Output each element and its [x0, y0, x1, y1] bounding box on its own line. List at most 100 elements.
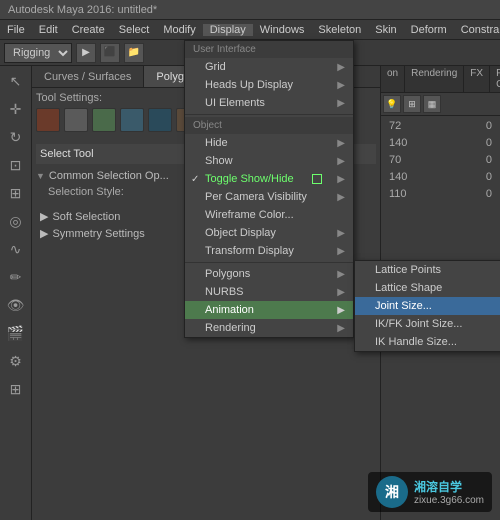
universal-tool-icon[interactable]: ⊞	[3, 180, 29, 206]
menu-per-camera[interactable]: Per Camera Visibility ▶	[185, 188, 353, 206]
watermark-text: 湘溶自学 zixue.3g66.com	[414, 478, 484, 506]
zero-3: 0	[486, 171, 492, 183]
separator-1	[185, 114, 353, 115]
right-btn-2[interactable]: ⊞	[403, 95, 421, 113]
expand-arrow: ▶	[40, 210, 48, 223]
menu-deform[interactable]: Deform	[404, 24, 454, 36]
rotate-tool-icon[interactable]: ↻	[3, 124, 29, 150]
menu-hud-label: Heads Up Display	[205, 79, 293, 91]
show-hide-icon[interactable]: 👁	[3, 292, 29, 318]
move-tool-icon[interactable]: ✛	[3, 96, 29, 122]
menu-skin[interactable]: Skin	[368, 24, 403, 36]
menu-show-label: Show	[205, 155, 233, 167]
menu-anim-label: Animation	[205, 304, 254, 316]
symmetry-settings-label: Symmetry Settings	[52, 228, 144, 240]
menu-modify[interactable]: Modify	[156, 24, 202, 36]
paint-icon[interactable]: ✏	[3, 264, 29, 290]
lasso-icon[interactable]: ∿	[3, 236, 29, 262]
toolbar-btn-2[interactable]: ⬛	[100, 43, 120, 63]
user-interface-header: User Interface	[185, 41, 353, 58]
right-btn-1[interactable]: 💡	[383, 95, 401, 113]
icon-cube[interactable]	[64, 108, 88, 132]
menu-rendering[interactable]: Rendering ▶	[185, 319, 353, 337]
tab-fx[interactable]: FX	[464, 66, 490, 92]
poly-arrow: ▶	[337, 269, 345, 280]
ik-handle-label: IK Handle Size...	[375, 336, 457, 348]
menu-toggle[interactable]: ✓ Toggle Show/Hide ▶	[185, 170, 353, 188]
icon-cone[interactable]	[120, 108, 144, 132]
menu-grid[interactable]: Grid ▶	[185, 58, 353, 76]
menu-constrain[interactable]: Constrain	[454, 24, 500, 36]
tab-on[interactable]: on	[381, 66, 405, 92]
icon-sphere-clay[interactable]	[36, 108, 60, 132]
expand-arrow2: ▶	[40, 227, 48, 240]
menu-edit[interactable]: Edit	[32, 24, 65, 36]
nurbs-arrow: ▶	[337, 287, 345, 298]
lattice-points-label: Lattice Points	[375, 264, 441, 276]
anim-lattice-shape[interactable]: Lattice Shape	[355, 279, 500, 297]
zero-0: 0	[486, 120, 492, 132]
toggle-checkmark: ✓	[191, 174, 199, 185]
menu-hud[interactable]: Heads Up Display ▶	[185, 76, 353, 94]
rigging-dropdown[interactable]: Rigging	[4, 43, 72, 63]
menu-transform[interactable]: Transform Display ▶	[185, 242, 353, 260]
menu-skeleton[interactable]: Skeleton	[311, 24, 368, 36]
soft-mod-icon[interactable]: ◎	[3, 208, 29, 234]
menu-object-display[interactable]: Object Display ▶	[185, 224, 353, 242]
icon-torus[interactable]	[148, 108, 172, 132]
anim-lattice-points[interactable]: Lattice Points	[355, 261, 500, 279]
scale-tool-icon[interactable]: ⊡	[3, 152, 29, 178]
menu-grid-label: Grid	[205, 61, 226, 73]
trans-arrow: ▶	[337, 246, 345, 257]
viewport-zeros: 0 0 0 0 0	[486, 120, 492, 200]
menu-file[interactable]: File	[0, 24, 32, 36]
menu-ui-elements[interactable]: UI Elements ▶	[185, 94, 353, 112]
menu-show[interactable]: Show ▶	[185, 152, 353, 170]
anim-joint-size[interactable]: Joint Size...	[355, 297, 500, 315]
menu-select[interactable]: Select	[112, 24, 157, 36]
anim-ik-handle-size[interactable]: IK Handle Size...	[355, 333, 500, 351]
hud-arrow: ▶	[337, 80, 345, 91]
hide-arrow: ▶	[337, 138, 345, 149]
icon-cylinder[interactable]	[92, 108, 116, 132]
zero-2: 0	[486, 154, 492, 166]
tab-fxca[interactable]: FX Ca...	[490, 66, 500, 92]
object-header: Object	[185, 117, 353, 134]
menubar: Autodesk Maya 2016: untitled*	[0, 0, 500, 20]
menu-hide-label: Hide	[205, 137, 228, 149]
menu-rend-label: Rendering	[205, 322, 256, 334]
menu-display[interactable]: Display	[203, 24, 253, 36]
toolbar-btn-3[interactable]: 📁	[124, 43, 144, 63]
menu-nurbs[interactable]: NURBS ▶	[185, 283, 353, 301]
toggle-arrow: ▶	[337, 174, 345, 185]
num-140b: 140	[389, 171, 407, 183]
grid-icon[interactable]: ⊞	[3, 376, 29, 402]
display-menu[interactable]: User Interface Grid ▶ Heads Up Display ▶…	[184, 40, 354, 338]
menu-create[interactable]: Create	[65, 24, 112, 36]
common-selection-label: Common Selection Op...	[49, 170, 169, 182]
toolbar-btn-1[interactable]: ▶	[76, 43, 96, 63]
menu-hide[interactable]: Hide ▶	[185, 134, 353, 152]
menu-polygons[interactable]: Polygons ▶	[185, 265, 353, 283]
settings-icon[interactable]: ⚙	[3, 348, 29, 374]
green-box	[312, 174, 322, 184]
tab-curves-surfaces[interactable]: Curves / Surfaces	[32, 66, 144, 87]
percam-arrow: ▶	[337, 192, 345, 203]
anim-ikfk-joint-size[interactable]: IK/FK Joint Size...	[355, 315, 500, 333]
menu-poly-label: Polygons	[205, 268, 250, 280]
zero-1: 0	[486, 137, 492, 149]
animation-submenu[interactable]: Lattice Points Lattice Shape Joint Size.…	[354, 260, 500, 352]
select-tool-icon[interactable]: ↖	[3, 68, 29, 94]
ikfk-label: IK/FK Joint Size...	[375, 318, 462, 330]
render-icon[interactable]: 🎬	[3, 320, 29, 346]
num-70: 70	[389, 154, 407, 166]
zero-4: 0	[486, 188, 492, 200]
rend-arrow: ▶	[337, 323, 345, 334]
tab-rendering[interactable]: Rendering	[405, 66, 464, 92]
right-btn-3[interactable]: ▦	[423, 95, 441, 113]
menu-windows[interactable]: Windows	[253, 24, 312, 36]
menu-animation[interactable]: Animation ▶	[185, 301, 353, 319]
menu-trans-label: Transform Display	[205, 245, 294, 257]
show-arrow: ▶	[337, 156, 345, 167]
menu-wireframe[interactable]: Wireframe Color...	[185, 206, 353, 224]
